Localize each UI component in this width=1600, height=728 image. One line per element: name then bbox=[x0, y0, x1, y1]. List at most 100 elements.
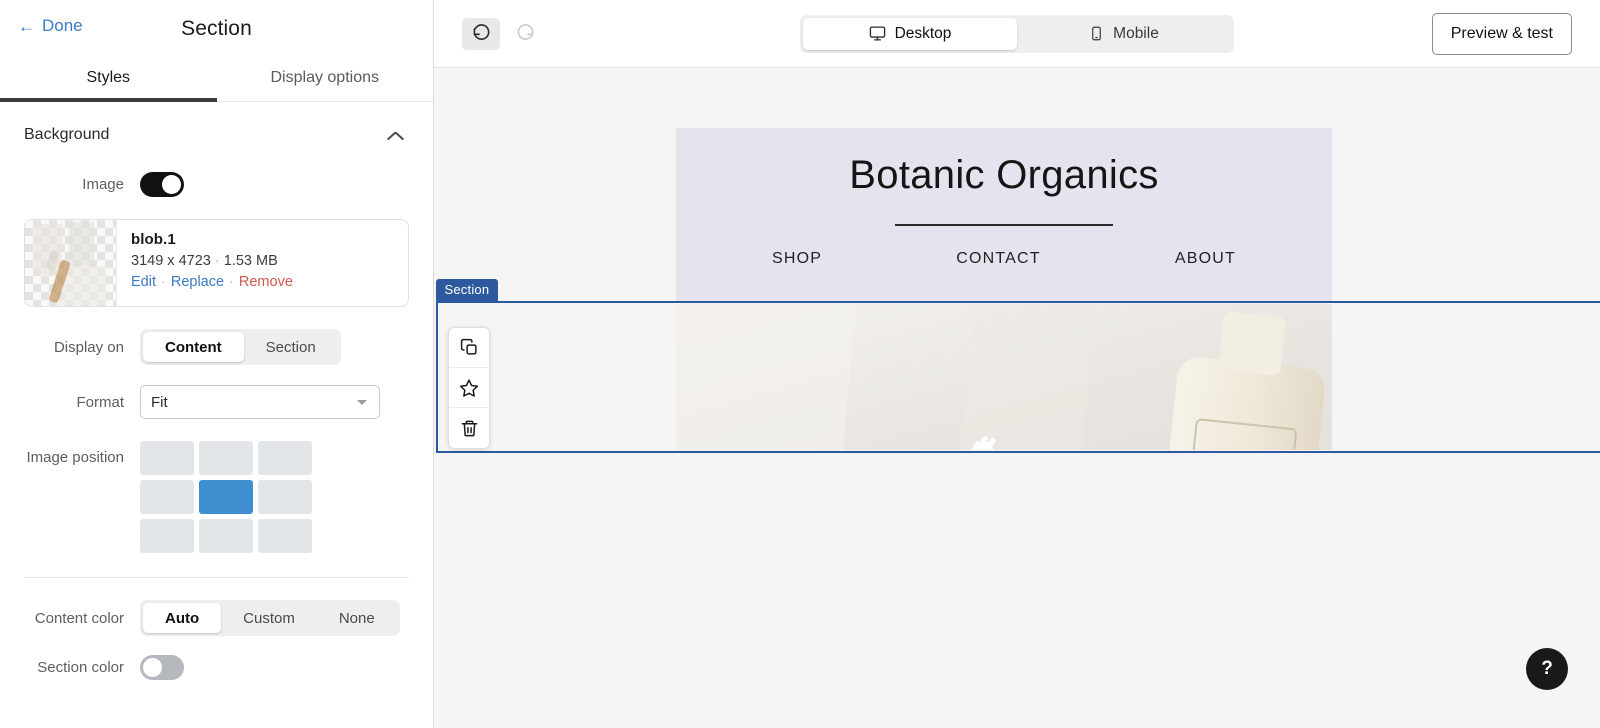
format-select[interactable]: Fit bbox=[140, 385, 380, 419]
site-header-block[interactable]: Botanic Organics SHOP CONTACT ABOUT bbox=[676, 128, 1332, 303]
file-size: 1.53 MB bbox=[223, 253, 278, 269]
display-on-option-section[interactable]: Section bbox=[244, 332, 338, 362]
action-separator-2: · bbox=[229, 274, 234, 290]
section-color-toggle[interactable] bbox=[140, 655, 184, 680]
delete-section-button[interactable] bbox=[449, 408, 489, 448]
device-segmented-control: Desktop Mobile bbox=[800, 14, 1234, 53]
image-toggle[interactable] bbox=[140, 172, 184, 197]
format-row: Format Fit bbox=[0, 385, 433, 419]
content-color-option-custom[interactable]: Custom bbox=[221, 603, 317, 633]
duplicate-section-button[interactable] bbox=[449, 328, 489, 368]
content-color-row: Content color Auto Custom None bbox=[0, 600, 433, 636]
site-brand: Botanic Organics bbox=[849, 153, 1159, 197]
panel-tabs: Styles Display options bbox=[0, 57, 433, 102]
content-color-segmented-control: Auto Custom None bbox=[140, 600, 400, 636]
position-cell-bottom-right[interactable] bbox=[258, 519, 312, 553]
panel-header: ← Done Section bbox=[0, 0, 433, 57]
file-meta: blob.1 3149 x 4723 · 1.53 MB Edit · Repl… bbox=[117, 220, 293, 306]
position-cell-top-right[interactable] bbox=[258, 441, 312, 475]
undo-icon bbox=[473, 24, 489, 40]
content-color-option-none[interactable]: None bbox=[317, 603, 397, 633]
meta-separator: · bbox=[214, 253, 220, 269]
display-on-segmented-control: Content Section bbox=[140, 329, 341, 365]
trash-icon bbox=[461, 420, 477, 436]
done-button[interactable]: ← Done bbox=[18, 16, 83, 36]
file-dimensions-size: 3149 x 4723 · 1.53 MB bbox=[131, 253, 293, 269]
image-position-grid bbox=[140, 441, 312, 553]
position-cell-middle-center[interactable] bbox=[199, 480, 253, 514]
file-name: blob.1 bbox=[131, 231, 176, 248]
favorite-section-button[interactable] bbox=[449, 368, 489, 408]
position-cell-middle-left[interactable] bbox=[140, 480, 194, 514]
redo-icon bbox=[517, 24, 533, 40]
star-icon bbox=[459, 378, 479, 397]
position-cell-top-center[interactable] bbox=[199, 441, 253, 475]
phone-icon bbox=[1092, 26, 1101, 41]
editor-main: Desktop Mobile Preview & test Botanic Or… bbox=[434, 0, 1600, 728]
tab-styles[interactable]: Styles bbox=[0, 57, 217, 102]
position-cell-middle-right[interactable] bbox=[258, 480, 312, 514]
position-cell-bottom-center[interactable] bbox=[199, 519, 253, 553]
section-selection-outline: Section bbox=[435, 279, 1600, 453]
background-heading: Background bbox=[24, 126, 110, 143]
position-cell-bottom-left[interactable] bbox=[140, 519, 194, 553]
top-toolbar: Desktop Mobile Preview & test bbox=[434, 0, 1600, 68]
action-separator-1: · bbox=[161, 274, 166, 290]
file-dimensions: 3149 x 4723 bbox=[131, 253, 211, 269]
editor-app: ← Done Section Styles Display options Ba… bbox=[0, 0, 1600, 728]
panel-body: Background Image blob.1 3149 x 4723 · 1.… bbox=[0, 102, 433, 680]
image-toggle-knob bbox=[162, 175, 181, 194]
background-section-header[interactable]: Background bbox=[0, 102, 433, 158]
site-page: Botanic Organics SHOP CONTACT ABOUT SOAP… bbox=[434, 68, 1600, 728]
device-option-desktop[interactable]: Desktop bbox=[803, 17, 1017, 50]
format-value: Fit bbox=[151, 393, 168, 411]
edit-link[interactable]: Edit bbox=[131, 274, 156, 290]
selection-label: Section bbox=[435, 279, 499, 301]
active-tab-indicator bbox=[0, 98, 217, 102]
nav-link-about[interactable]: ABOUT bbox=[1175, 250, 1236, 268]
chevron-up-icon[interactable] bbox=[387, 130, 405, 140]
replace-link[interactable]: Replace bbox=[171, 274, 224, 290]
done-label: Done bbox=[42, 16, 83, 35]
device-option-mobile[interactable]: Mobile bbox=[1017, 18, 1231, 50]
preview-and-test-button[interactable]: Preview & test bbox=[1431, 12, 1572, 55]
position-cell-top-left[interactable] bbox=[140, 441, 194, 475]
file-actions: Edit · Replace · Remove bbox=[131, 274, 293, 290]
section-color-toggle-knob bbox=[143, 658, 162, 677]
section-toolbar bbox=[448, 327, 490, 449]
format-label: Format bbox=[76, 393, 124, 411]
nav-link-contact[interactable]: CONTACT bbox=[956, 250, 1041, 268]
image-file-card: blob.1 3149 x 4723 · 1.53 MB Edit · Repl… bbox=[24, 219, 409, 307]
remove-link[interactable]: Remove bbox=[239, 274, 293, 290]
panel-divider bbox=[24, 577, 409, 578]
image-position-label: Image position bbox=[26, 449, 124, 466]
display-on-label: Display on bbox=[53, 338, 124, 356]
redo-button[interactable] bbox=[506, 18, 544, 50]
device-mobile-label: Mobile bbox=[1113, 24, 1159, 42]
nav-link-shop[interactable]: SHOP bbox=[772, 250, 822, 268]
image-position-row: Image position bbox=[0, 441, 433, 553]
preview-label: Preview & test bbox=[1450, 24, 1553, 42]
monitor-icon bbox=[869, 26, 885, 41]
device-desktop-label: Desktop bbox=[894, 24, 952, 42]
display-on-row: Display on Content Section bbox=[0, 329, 433, 365]
thumbnail-art bbox=[25, 220, 116, 306]
duplicate-icon bbox=[460, 338, 477, 355]
content-color-label: Content color bbox=[34, 609, 124, 627]
help-button[interactable]: ? bbox=[1526, 648, 1568, 690]
styles-panel: ← Done Section Styles Display options Ba… bbox=[0, 0, 434, 728]
image-thumbnail[interactable] bbox=[25, 220, 117, 306]
back-arrow-icon: ← bbox=[18, 16, 35, 36]
history-buttons bbox=[462, 17, 544, 50]
display-on-option-content[interactable]: Content bbox=[143, 332, 244, 362]
section-color-row: Section color bbox=[0, 655, 433, 680]
site-nav: SHOP CONTACT ABOUT bbox=[676, 226, 1332, 268]
image-toggle-row: Image bbox=[0, 158, 433, 197]
chevron-down-icon bbox=[357, 400, 367, 405]
undo-button[interactable] bbox=[462, 17, 500, 50]
content-color-option-auto[interactable]: Auto bbox=[143, 603, 222, 633]
site-canvas: Botanic Organics SHOP CONTACT ABOUT SOAP… bbox=[434, 68, 1600, 728]
image-label: Image bbox=[82, 176, 124, 193]
section-color-label: Section color bbox=[37, 659, 124, 676]
tab-display-options[interactable]: Display options bbox=[217, 57, 434, 102]
